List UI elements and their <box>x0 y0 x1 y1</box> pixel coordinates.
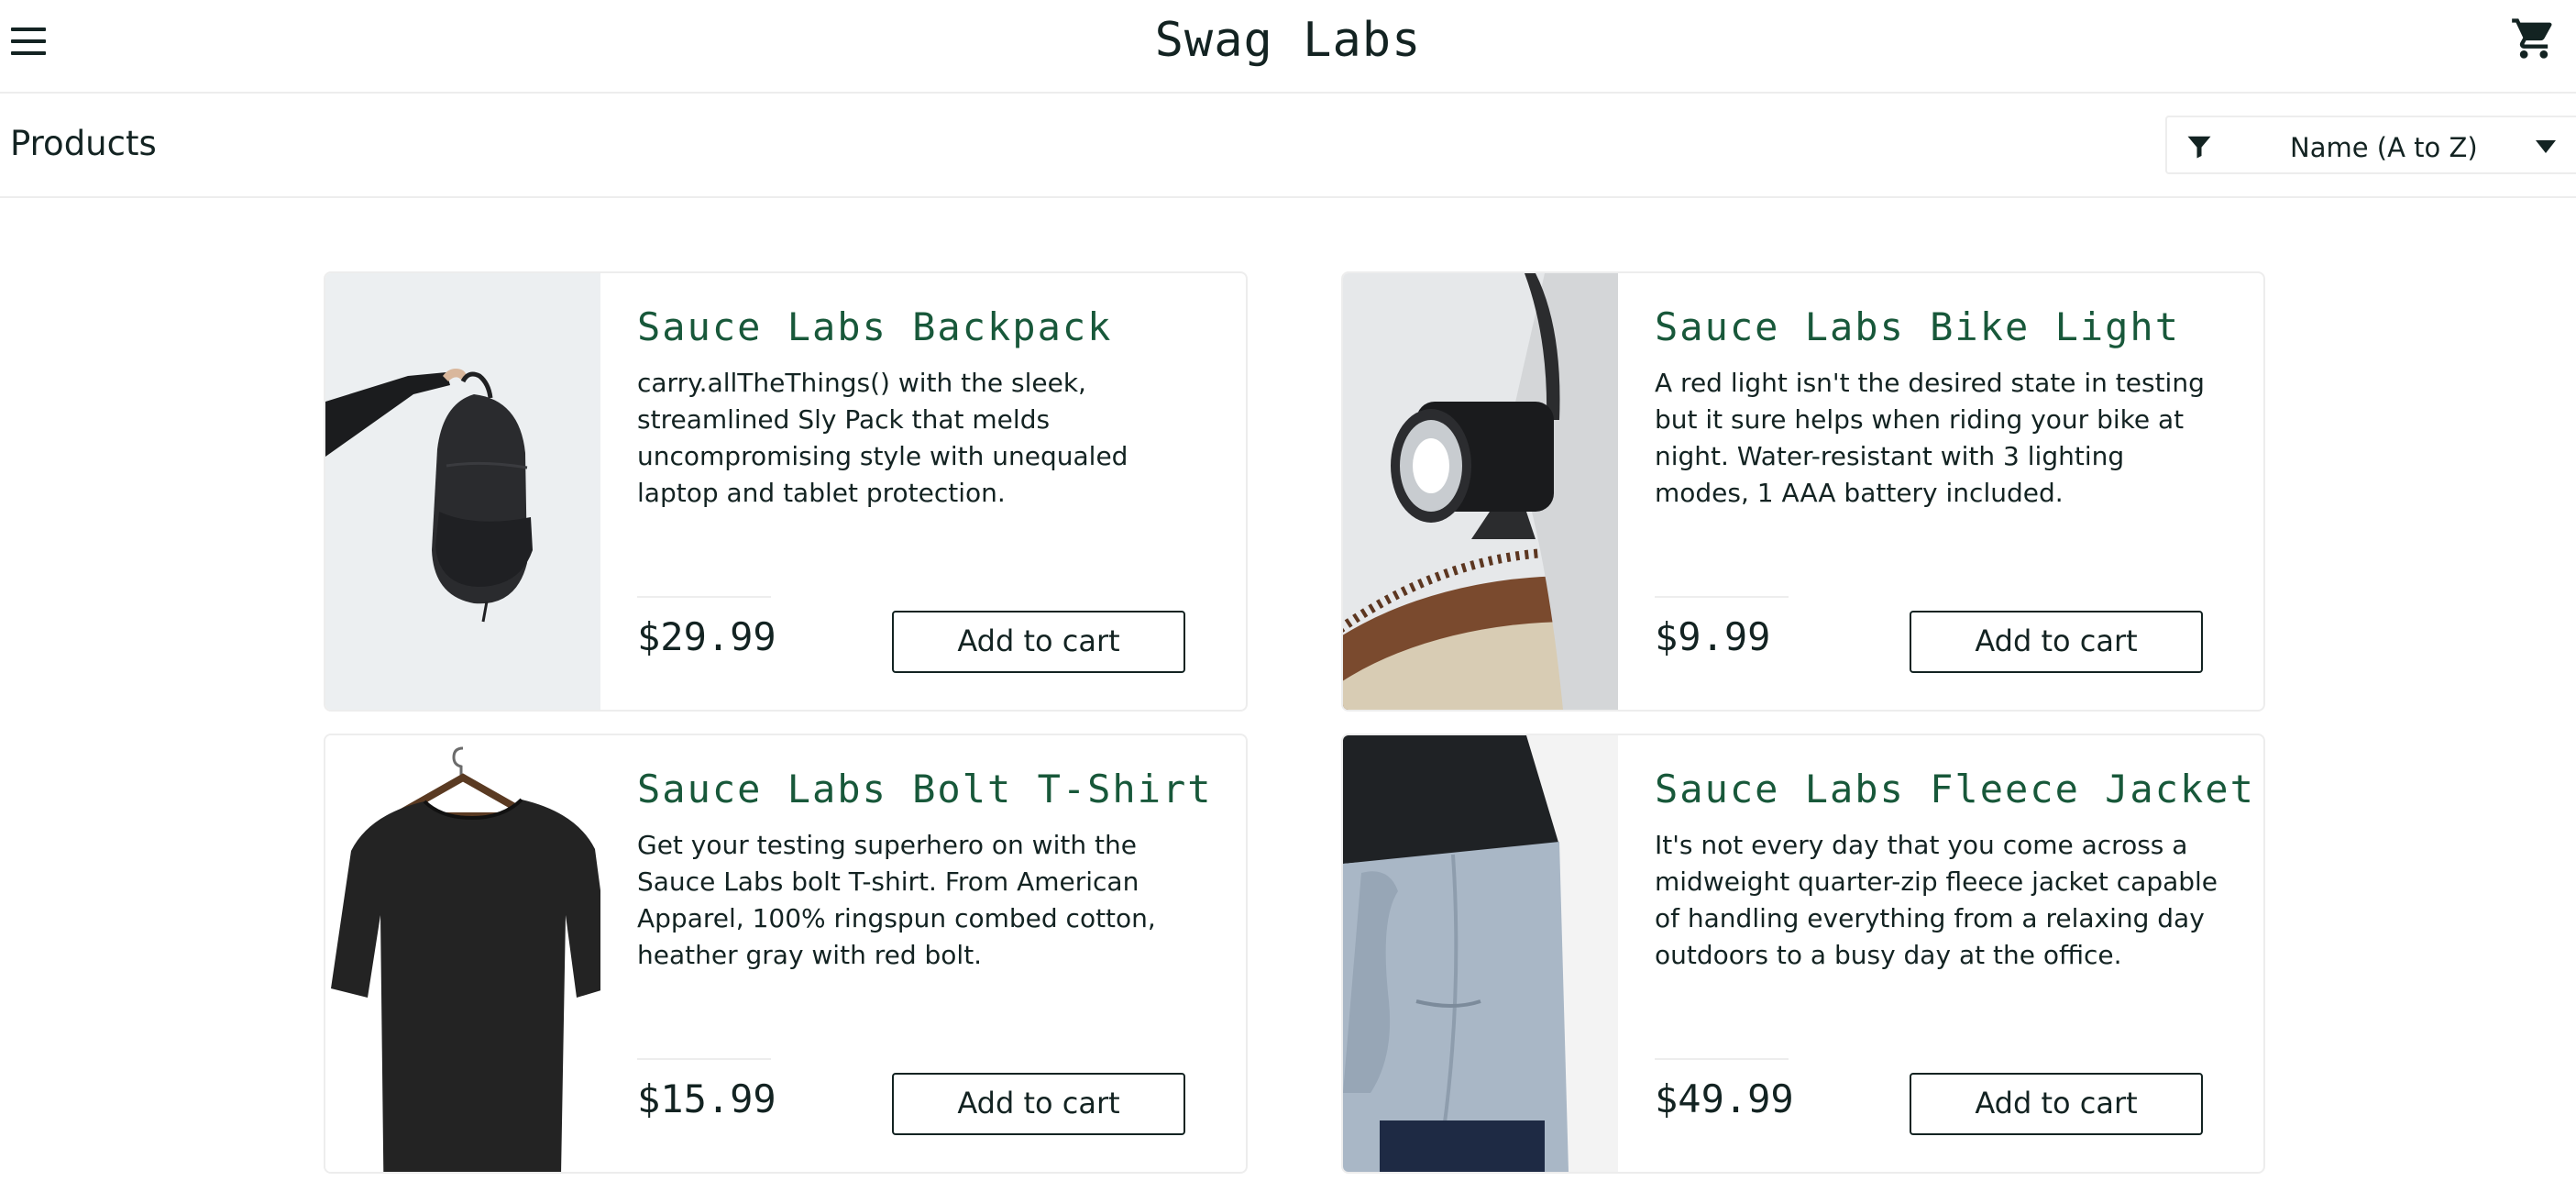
inventory-item: Sauce Labs Backpack carry.allTheThings()… <box>324 271 1248 712</box>
product-name-link[interactable]: Sauce Labs Bolt T-Shirt <box>637 767 1213 811</box>
app-logo: Swag Labs <box>1154 13 1422 68</box>
product-name-link[interactable]: Sauce Labs Fleece Jacket <box>1655 767 2255 811</box>
caret-down-icon <box>2536 140 2556 153</box>
price-divider <box>1655 1058 1789 1060</box>
product-name-link[interactable]: Sauce Labs Bike Light <box>1655 304 2180 349</box>
add-to-cart-button[interactable]: Add to cart <box>892 1073 1185 1135</box>
product-name-link[interactable]: Sauce Labs Backpack <box>637 304 1112 349</box>
inventory-item: Sauce Labs Bolt T-Shirt Get your testing… <box>324 734 1248 1174</box>
product-description: A red light isn't the desired state in t… <box>1655 368 2205 508</box>
product-price: $49.99 <box>1655 1076 1794 1121</box>
price-divider <box>637 1058 771 1060</box>
add-to-cart-button[interactable]: Add to cart <box>1910 611 2203 673</box>
product-image-link[interactable] <box>1343 273 1618 710</box>
sort-selected-value: Name (A to Z) <box>2290 132 2478 163</box>
fleece-jacket-image <box>1343 735 1618 1172</box>
price-divider <box>637 596 771 598</box>
primary-header: Swag Labs <box>0 0 2576 94</box>
product-description: It's not every day that you come across … <box>1655 830 2218 970</box>
page-title: Products <box>10 124 157 163</box>
inventory-item: Sauce Labs Fleece Jacket It's not every … <box>1341 734 2265 1174</box>
product-image-link[interactable] <box>325 735 600 1172</box>
product-price: $9.99 <box>1655 614 1771 659</box>
bike-light-image <box>1343 273 1618 710</box>
shopping-cart-link[interactable] <box>2510 15 2558 62</box>
product-description: carry.allTheThings() with the sleek, str… <box>637 368 1128 508</box>
price-divider <box>1655 596 1789 598</box>
secondary-header: Products Name (A to Z) <box>0 94 2576 198</box>
add-to-cart-button[interactable]: Add to cart <box>1910 1073 2203 1135</box>
shopping-cart-icon <box>2512 18 2552 59</box>
backpack-image <box>325 273 600 710</box>
product-description: Get your testing superhero on with the S… <box>637 830 1156 970</box>
filter-icon <box>2187 136 2211 159</box>
product-image-link[interactable] <box>325 273 600 710</box>
product-image-link[interactable] <box>1343 735 1618 1172</box>
add-to-cart-button[interactable]: Add to cart <box>892 611 1185 673</box>
product-price: $15.99 <box>637 1076 776 1121</box>
t-shirt-image <box>325 735 600 1172</box>
inventory-list: Sauce Labs Backpack carry.allTheThings()… <box>324 271 2267 1192</box>
sort-dropdown[interactable]: Name (A to Z) <box>2165 116 2576 174</box>
product-price: $29.99 <box>637 614 776 659</box>
inventory-item: Sauce Labs Bike Light A red light isn't … <box>1341 271 2265 712</box>
